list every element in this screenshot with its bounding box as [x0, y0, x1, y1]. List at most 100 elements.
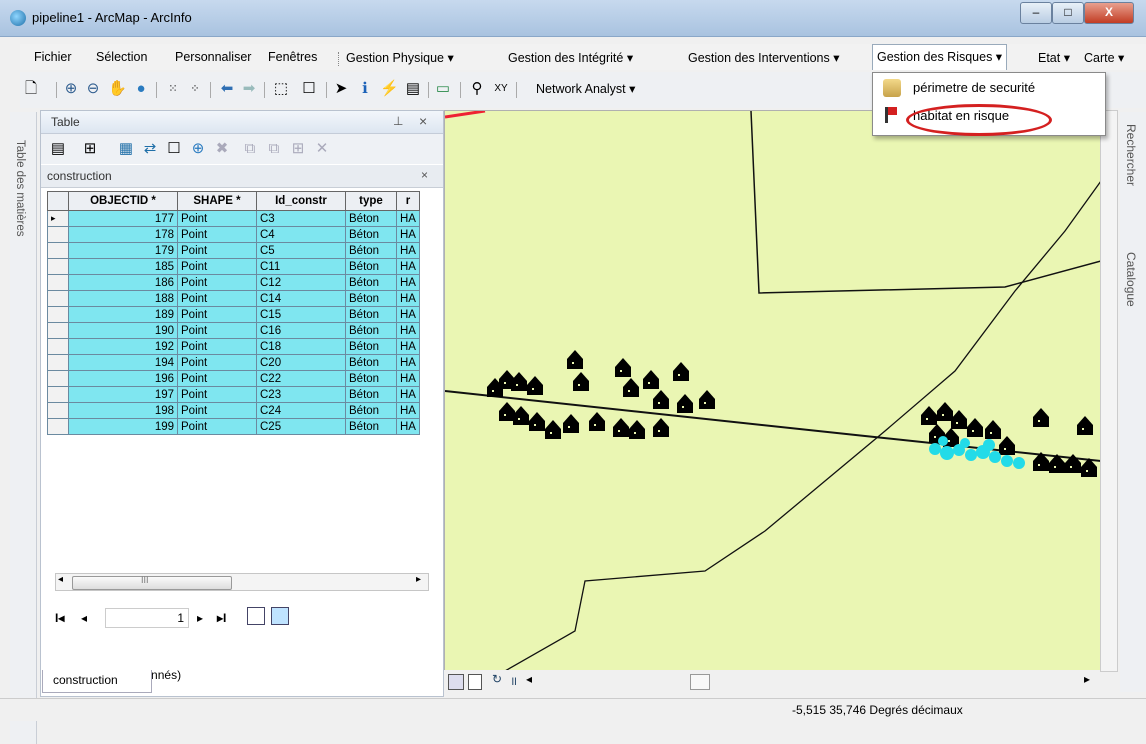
menu-gestion-risques[interactable]: Gestion des Risques ▾: [872, 44, 1008, 70]
fixed-zoom-in-icon[interactable]: ⁙: [164, 80, 182, 98]
table-cell[interactable]: Béton: [345, 274, 397, 291]
table-row[interactable]: 194 Point C20 Béton HA: [47, 354, 420, 371]
table-row[interactable]: 188 Point C14 Béton HA: [47, 290, 420, 307]
record-number-field[interactable]: 1: [105, 608, 189, 628]
paste-icon[interactable]: ⧉: [265, 140, 283, 158]
table-cell[interactable]: HA: [396, 290, 420, 307]
table-cell[interactable]: 189: [68, 306, 178, 323]
menu-fichier[interactable]: Fichier: [34, 50, 72, 64]
table-row[interactable]: 190 Point C16 Béton HA: [47, 322, 420, 339]
table-cell[interactable]: 188: [68, 290, 178, 307]
row-selector[interactable]: ▸: [47, 210, 69, 227]
pause-icon[interactable]: ॥: [510, 672, 517, 689]
table-cell[interactable]: C23: [256, 386, 346, 403]
row-selector[interactable]: [47, 258, 69, 275]
copy-icon[interactable]: ⧉: [241, 140, 259, 158]
table-cell[interactable]: HA: [396, 338, 420, 355]
close-button[interactable]: X: [1084, 2, 1134, 24]
measure-icon[interactable]: ▭: [434, 80, 452, 98]
table-cell[interactable]: C12: [256, 274, 346, 291]
table-cell[interactable]: C25: [256, 418, 346, 435]
column-header[interactable]: r: [396, 191, 420, 211]
table-cell[interactable]: HA: [396, 258, 420, 275]
table-cell[interactable]: 178: [68, 226, 178, 243]
table-cell[interactable]: HA: [396, 226, 420, 243]
table-cell[interactable]: Point: [177, 306, 257, 323]
table-cell[interactable]: C4: [256, 226, 346, 243]
table-cell[interactable]: Béton: [345, 226, 397, 243]
row-selector[interactable]: [47, 386, 69, 403]
table-row[interactable]: 199 Point C25 Béton HA: [47, 418, 420, 435]
close-panel-icon[interactable]: ×: [419, 113, 427, 129]
go-to-xy-icon[interactable]: XY: [492, 80, 510, 98]
table-cell[interactable]: Béton: [345, 210, 397, 227]
column-header[interactable]: OBJECTID *: [68, 191, 178, 211]
switch-selection-icon[interactable]: ⇄: [141, 140, 159, 158]
scroll-thumb[interactable]: III: [72, 575, 232, 590]
table-cell[interactable]: Béton: [345, 402, 397, 419]
table-cell[interactable]: Béton: [345, 370, 397, 387]
table-cell[interactable]: C18: [256, 338, 346, 355]
table-cell[interactable]: Point: [177, 258, 257, 275]
construction-table-tab[interactable]: construction: [42, 670, 152, 693]
table-cell[interactable]: HA: [396, 418, 420, 435]
table-cell[interactable]: HA: [396, 274, 420, 291]
table-cell[interactable]: C16: [256, 322, 346, 339]
column-header[interactable]: type: [345, 191, 397, 211]
maximize-button[interactable]: □: [1052, 2, 1084, 24]
table-cell[interactable]: 199: [68, 418, 178, 435]
table-cell[interactable]: Béton: [345, 354, 397, 371]
table-cell[interactable]: C22: [256, 370, 346, 387]
zoom-in-icon[interactable]: ⊕: [62, 80, 80, 98]
table-cell[interactable]: Point: [177, 386, 257, 403]
menu-gestion-physique[interactable]: Gestion Physique ▾: [346, 50, 454, 65]
row-selector[interactable]: [47, 338, 69, 355]
column-header[interactable]: Id_constr: [256, 191, 346, 211]
table-cell[interactable]: Béton: [345, 242, 397, 259]
table-cell[interactable]: Béton: [345, 322, 397, 339]
table-row[interactable]: 196 Point C22 Béton HA: [47, 370, 420, 387]
table-cell[interactable]: Point: [177, 290, 257, 307]
menu-carte[interactable]: Carte ▾: [1084, 50, 1124, 65]
map-scroll-left-arrow[interactable]: ◂: [526, 672, 532, 686]
table-cell[interactable]: 186: [68, 274, 178, 291]
table-cell[interactable]: Béton: [345, 258, 397, 275]
table-row[interactable]: 198 Point C24 Béton HA: [47, 402, 420, 419]
table-cell[interactable]: 185: [68, 258, 178, 275]
table-cell[interactable]: C20: [256, 354, 346, 371]
scroll-right-arrow[interactable]: ▸: [416, 574, 421, 585]
map-canvas[interactable]: [445, 111, 1101, 671]
find-binoculars-icon[interactable]: ⚲: [468, 80, 486, 98]
map-scroll-right-arrow[interactable]: ▸: [1084, 672, 1090, 686]
table-cell[interactable]: C24: [256, 402, 346, 419]
close-layer-tab-icon[interactable]: ×: [421, 168, 428, 182]
table-options-icon[interactable]: ▤: [49, 140, 67, 158]
table-cell[interactable]: C14: [256, 290, 346, 307]
table-cell[interactable]: Point: [177, 274, 257, 291]
table-cell[interactable]: Point: [177, 210, 257, 227]
row-selector[interactable]: [47, 306, 69, 323]
zoom-to-selected-icon[interactable]: ⊕: [189, 140, 207, 158]
menu-selection[interactable]: Sélection: [96, 50, 147, 64]
table-cell[interactable]: 192: [68, 338, 178, 355]
menu-fenetres[interactable]: Fenêtres: [268, 50, 317, 64]
row-selector[interactable]: [47, 370, 69, 387]
related-tables-icon[interactable]: ⊞: [81, 140, 99, 158]
remove-icon[interactable]: ✕: [313, 140, 331, 158]
clear-table-selection-icon[interactable]: ☐: [165, 140, 183, 158]
table-row[interactable]: 192 Point C18 Béton HA: [47, 338, 420, 355]
menu-etat[interactable]: Etat ▾: [1038, 50, 1070, 65]
map-view[interactable]: [444, 110, 1102, 672]
table-cell[interactable]: C5: [256, 242, 346, 259]
table-cell[interactable]: 198: [68, 402, 178, 419]
row-selector[interactable]: [47, 274, 69, 291]
select-by-attributes-icon[interactable]: ▦: [117, 140, 135, 158]
table-cell[interactable]: Point: [177, 370, 257, 387]
table-cell[interactable]: HA: [396, 386, 420, 403]
table-row[interactable]: 179 Point C5 Béton HA: [47, 242, 420, 259]
row-selector[interactable]: [47, 290, 69, 307]
menu-personnaliser[interactable]: Personnaliser: [175, 50, 251, 64]
table-cell[interactable]: HA: [396, 354, 420, 371]
pan-hand-icon[interactable]: ✋: [108, 80, 127, 98]
horizontal-scrollbar[interactable]: ◂ III ▸: [55, 573, 429, 591]
